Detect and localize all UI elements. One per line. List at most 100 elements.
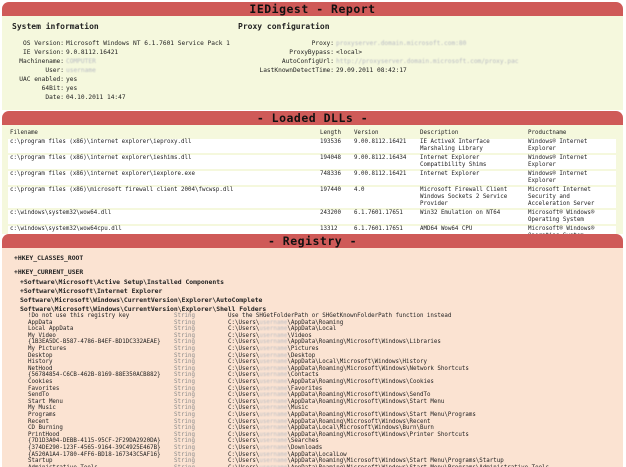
dlls-table-header: Filename Length Version Description Prod… [8, 130, 616, 139]
registry-hkcr[interactable]: +HKEY_CLASSES_ROOT [14, 255, 83, 262]
system-info-value: yes [66, 76, 78, 83]
registry-value-name: Recent [28, 418, 49, 425]
redacted-username: username [259, 438, 288, 445]
registry-value-type: String [174, 405, 195, 412]
registry-value-name: Programs [28, 412, 56, 418]
redacted-username: username [259, 392, 288, 399]
dll-row: c:\program files (x86)\internet explorer… [8, 170, 616, 187]
registry-value-type: String [174, 458, 195, 465]
registry-value-name: PrintHood [28, 431, 60, 438]
dll-filename: c:\windows\system32\wow64cpu.dll [8, 225, 318, 234]
registry-value-data: C:\Users\username\AppData\Local\Microsof… [228, 425, 434, 432]
registry-value-name: My Video [28, 332, 56, 339]
registry-value-type: String [174, 326, 195, 333]
registry-key[interactable]: Software\Microsoft\Windows\CurrentVersio… [20, 306, 266, 313]
dll-version: 4.0 [352, 186, 418, 210]
registry-value-type: String [174, 365, 195, 372]
registry-key[interactable]: Software\Microsoft\Windows\CurrentVersio… [20, 297, 262, 304]
redacted-username: username [259, 418, 288, 425]
redacted-username: username [259, 412, 288, 418]
dll-description: AMD64 Wow64 CPU [418, 225, 526, 234]
system-info-label: UAC enabled: [19, 76, 64, 83]
dll-productname: Windows® Internet Explorer [526, 154, 616, 171]
registry-value-name: {A520A1A4-1780-4FF6-BD18-167343C5AF16} [28, 451, 161, 458]
registry-value-type: String [174, 392, 195, 399]
dlls-table-body: c:\program files (x86)\internet explorer… [8, 139, 616, 234]
registry-value-data: Use the SHGetFolderPath or SHGetKnownFol… [228, 313, 452, 319]
system-info-value: username [66, 67, 96, 74]
redacted-username: username [259, 445, 288, 451]
dll-productname: Microsoft Internet Security and Accelera… [526, 186, 616, 210]
redacted-username: username [259, 372, 288, 379]
column-length: Length [320, 130, 341, 136]
system-info-label: OS Version: [23, 40, 64, 47]
dll-description: IE ActiveX Interface Marshaling Library [418, 139, 526, 155]
dll-version: 6.1.7601.17651 [352, 225, 418, 234]
dlls-table: Filename Length Version Description Prod… [8, 130, 616, 234]
column-version: Version [354, 130, 379, 136]
proxy-config-value: http://proxyserver.domain.microsoft.com/… [336, 58, 519, 65]
system-info-label: Machinename: [19, 58, 64, 65]
registry-value-name: Startup [28, 458, 53, 465]
registry-value-data: C:\Users\username\Pictures [228, 346, 319, 352]
dlls-panel: Filename Length Version Description Prod… [2, 125, 623, 234]
registry-value-type: String [174, 352, 195, 359]
registry-value-name: Desktop [28, 352, 53, 359]
registry-panel: +HKEY_CLASSES_ROOT +HKEY_CURRENT_USER +S… [2, 248, 623, 467]
dll-length: 243200 [318, 209, 352, 226]
dll-filename: c:\program files (x86)\internet explorer… [8, 154, 318, 171]
registry-value-data: C:\Users\username\AppData\Roaming\Micros… [228, 412, 476, 418]
registry-value-type: String [174, 339, 195, 346]
system-info-title: System information [12, 22, 99, 31]
dll-length: 193536 [318, 139, 352, 155]
registry-value-data: C:\Users\username\AppData\Local [228, 326, 337, 333]
registry-section-bar: - Registry - [2, 234, 623, 248]
proxy-config-label: LastKnownDetectTime: [259, 67, 334, 74]
registry-value-type: String [174, 412, 195, 418]
redacted-username: username [259, 385, 288, 392]
dll-row: c:\program files (x86)\microsoft firewal… [8, 186, 616, 210]
dll-version: 9.00.8112.16434 [352, 154, 418, 171]
registry-value-data: C:\Users\username\AppData\LocalLow [228, 451, 347, 458]
dll-description: Internet Explorer [418, 170, 526, 187]
system-info-label: IE Version: [23, 49, 64, 56]
registry-key[interactable]: +Software\Microsoft\Active Setup\Install… [20, 279, 224, 286]
registry-value-type: String [174, 385, 195, 392]
registry-value-data: C:\Users\username\AppData\Roaming\Micros… [228, 392, 431, 399]
registry-value-data: C:\Users\username\Downloads [228, 445, 323, 451]
column-productname: Productname [528, 130, 567, 136]
column-filename: Filename [10, 130, 38, 136]
registry-value-name: My Music [28, 405, 56, 412]
dll-row: c:\windows\system32\wow64.dll 243200 6.1.7… [8, 209, 616, 226]
registry-value-name: CD Burning [28, 425, 63, 432]
registry-hkcu[interactable]: +HKEY_CURRENT_USER [14, 269, 83, 276]
proxy-config-label: Proxy: [311, 40, 334, 47]
registry-value-name: SendTo [28, 392, 49, 399]
redacted-username: username [259, 326, 288, 333]
registry-value-data: C:\Users\username\AppData\Roaming\Micros… [228, 379, 434, 385]
registry-value-type: String [174, 425, 195, 432]
registry-section-title: - Registry - [267, 234, 358, 248]
registry-key[interactable]: +Software\Microsoft\Internet Explorer [20, 288, 162, 295]
redacted-username: username [259, 379, 288, 385]
redacted-username: username [259, 405, 288, 412]
registry-value-data: C:\Users\username\AppData\Roaming\Micros… [228, 458, 504, 465]
registry-value-type: String [174, 372, 195, 379]
dll-filename: c:\program files (x86)\microsoft firewal… [8, 186, 318, 210]
redacted-username: username [259, 319, 288, 326]
dll-filename: c:\windows\system32\wow64.dll [8, 209, 318, 226]
registry-value-type: String [174, 346, 195, 352]
proxy-config-value: proxyserver.domain.microsoft.com:80 [336, 40, 467, 47]
redacted-username: username [259, 451, 288, 458]
registry-value-type: String [174, 332, 195, 339]
registry-value-type: String [174, 438, 195, 445]
redacted-username: username [259, 431, 288, 438]
dll-description: Win32 Emulation on NT64 [418, 209, 526, 226]
registry-value-type: String [174, 451, 195, 458]
registry-value-type: String [174, 319, 195, 326]
registry-value-type: String [174, 445, 195, 451]
redacted-username: username [259, 365, 288, 372]
redacted-username: username [259, 346, 288, 352]
system-info-label: 64Bit: [41, 85, 64, 92]
redacted-username: username [259, 425, 288, 432]
